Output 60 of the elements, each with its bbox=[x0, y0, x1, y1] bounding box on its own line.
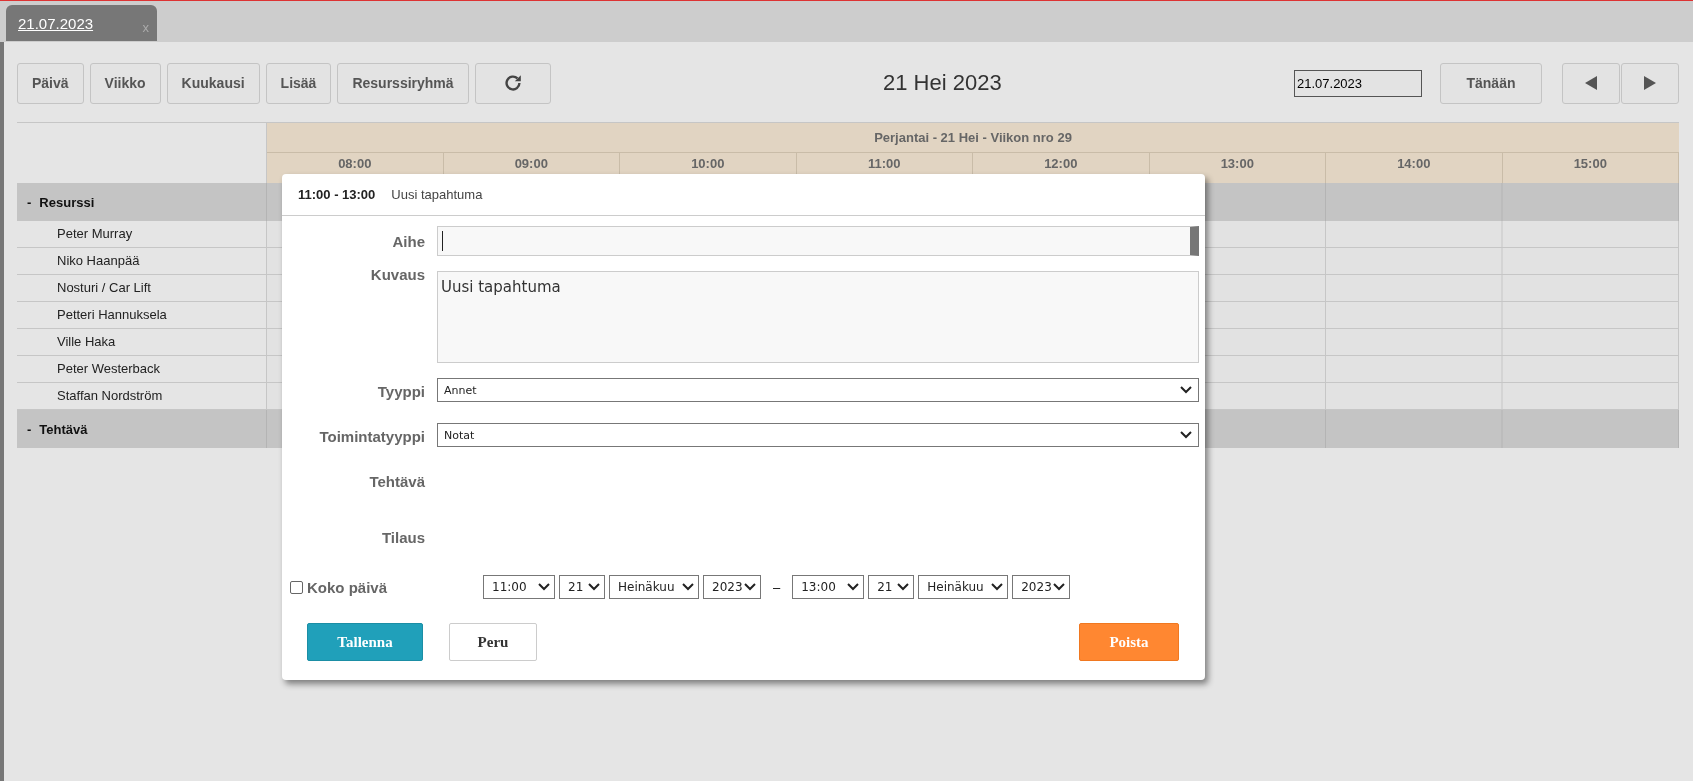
subject-field[interactable] bbox=[437, 226, 1199, 256]
checkbox-label: Koko päivä bbox=[307, 578, 388, 596]
view-button[interactable]: Viikko bbox=[89, 62, 161, 104]
field-label: Tyyppi bbox=[376, 382, 425, 400]
dialog-title: Uusi tapahtuma bbox=[391, 187, 483, 202]
field-label: Aihe bbox=[391, 232, 425, 250]
chevron-icon bbox=[1180, 386, 1192, 394]
type-dropdown[interactable]: Notat bbox=[437, 423, 1199, 447]
date-dropdown[interactable]: 2023 bbox=[1012, 575, 1071, 599]
view-button[interactable]: Resurssiryhmä bbox=[337, 62, 469, 104]
view-button[interactable]: Lisää bbox=[265, 62, 332, 104]
date-dropdown[interactable]: 21 bbox=[868, 575, 915, 599]
type-dropdown[interactable]: Annet bbox=[437, 378, 1199, 402]
range-separator: – bbox=[773, 579, 781, 595]
right-triangle-icon bbox=[1643, 75, 1657, 91]
chevron-icon bbox=[744, 583, 756, 591]
field-label: Toimintatyyppi bbox=[318, 427, 425, 445]
date-dropdown[interactable]: 2023 bbox=[703, 575, 761, 599]
view-button[interactable]: Kuukausi bbox=[166, 62, 260, 104]
resource-name: Niko Haanpää bbox=[17, 248, 267, 275]
resource-name: Ville Haka bbox=[17, 329, 267, 356]
day-header: Perjantai - 21 Hei - Viikon nro 29 bbox=[267, 123, 1679, 153]
field-label: Tehtävä bbox=[368, 472, 425, 490]
resource-name: Peter Murray bbox=[17, 221, 267, 248]
date-dropdown[interactable]: Heinäkuu bbox=[918, 575, 1009, 599]
group-row[interactable]: - Resurssi bbox=[17, 183, 267, 221]
description-field[interactable]: Uusi tapahtuma bbox=[437, 271, 1199, 363]
chevron-icon bbox=[538, 583, 550, 591]
field-label: Tilaus bbox=[380, 528, 425, 546]
dialog-button[interactable]: Peru bbox=[449, 623, 537, 661]
date-dropdown[interactable]: 21 bbox=[559, 575, 605, 599]
chevron-icon bbox=[682, 583, 694, 591]
next-button[interactable] bbox=[1621, 62, 1679, 104]
resource-name: Petteri Hannuksela bbox=[17, 302, 267, 329]
resource-name: Peter Westerback bbox=[17, 356, 267, 383]
resource-name: Nosturi / Car Lift bbox=[17, 275, 267, 302]
chevron-icon bbox=[991, 583, 1004, 591]
left-triangle-icon bbox=[1584, 75, 1598, 91]
date-field[interactable]: 21.07.2023 bbox=[1294, 69, 1422, 97]
event-time: 11:00 - 13:00 bbox=[298, 187, 376, 202]
date-dropdown[interactable]: 13:00 bbox=[792, 575, 865, 599]
field-label: Kuvaus bbox=[369, 265, 425, 283]
group-row[interactable]: - Tehtävä bbox=[17, 410, 267, 448]
date-dropdown[interactable]: Heinäkuu bbox=[609, 575, 699, 599]
checkbox[interactable] bbox=[290, 580, 303, 594]
today-button[interactable]: Tänään bbox=[1440, 62, 1542, 104]
chevron-icon bbox=[897, 583, 910, 591]
date-dropdown[interactable]: 11:00 bbox=[483, 575, 555, 599]
chevron-icon bbox=[847, 583, 860, 591]
view-button[interactable]: Päivä bbox=[17, 62, 84, 104]
hour-header: 15:00 bbox=[1502, 153, 1679, 183]
chevron-icon bbox=[588, 583, 600, 591]
tab-label[interactable]: 21.07.2023 bbox=[18, 14, 94, 32]
hour-header: 14:00 bbox=[1326, 153, 1503, 183]
calendar-title: 21 Hei 2023 bbox=[881, 70, 1003, 96]
chevron-icon bbox=[1180, 431, 1192, 439]
chevron-icon bbox=[1053, 583, 1066, 591]
previous-button[interactable] bbox=[1562, 62, 1620, 104]
hour-header: 13:00 bbox=[1149, 153, 1326, 183]
refresh-button[interactable] bbox=[474, 62, 551, 104]
